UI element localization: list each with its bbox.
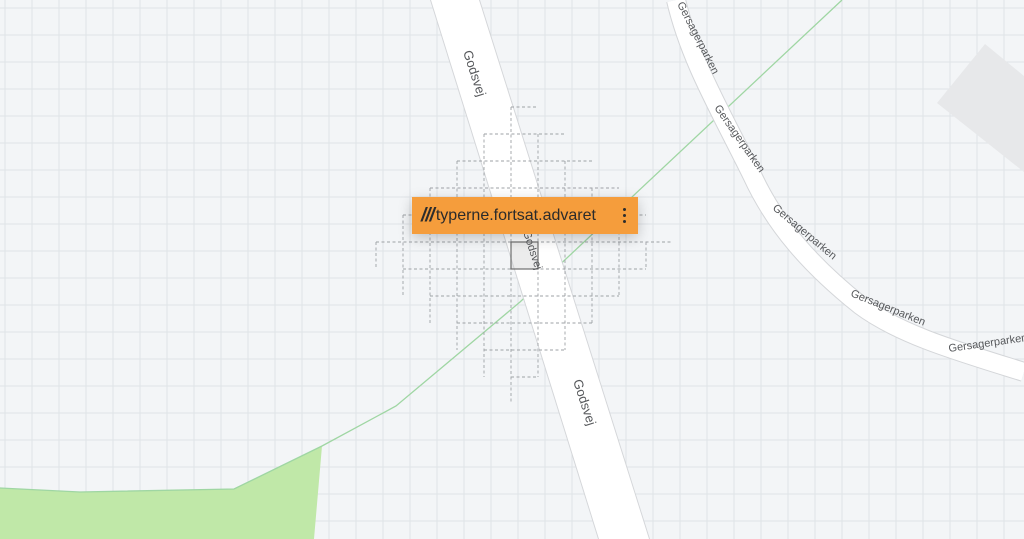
map-view[interactable]: Godsvej Godsvej Godsvej Gersagerparken G… [0,0,1024,539]
map-canvas[interactable]: Godsvej Godsvej Godsvej Gersagerparken G… [0,0,1024,539]
menu-dot [622,220,626,223]
slashes-logo: /// [421,204,435,226]
address-popup[interactable]: /// typerne.fortsat.advaret [412,197,638,234]
menu-dot [622,208,626,211]
menu-dot [622,214,626,217]
more-vertical-icon[interactable] [616,204,632,228]
address-words[interactable]: typerne.fortsat.advaret [436,207,616,225]
